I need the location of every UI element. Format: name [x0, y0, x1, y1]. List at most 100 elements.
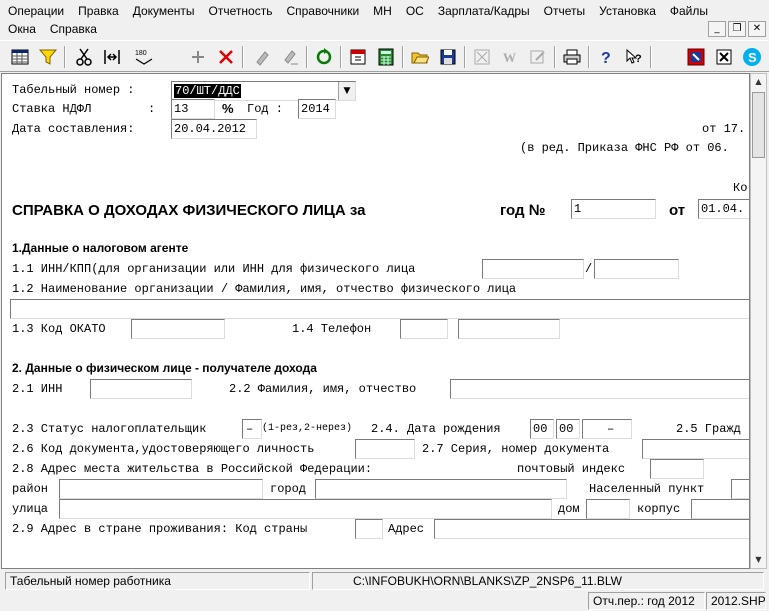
- paint-icon[interactable]: [250, 45, 274, 69]
- house-field[interactable]: [586, 499, 630, 519]
- birth-day-field[interactable]: 00: [530, 419, 554, 439]
- note-edit: (в ред. Приказа ФНС РФ от 06.: [520, 141, 729, 155]
- taxpayer-status-field[interactable]: –: [242, 419, 262, 439]
- status-file: 2012.SHP: [706, 592, 766, 610]
- cert-date-field[interactable]: 01.04.: [698, 199, 749, 219]
- vertical-scrollbar[interactable]: ▲ ▼: [750, 73, 767, 569]
- phone-code-field[interactable]: [400, 319, 448, 339]
- print-icon[interactable]: [560, 45, 584, 69]
- grid-icon[interactable]: [8, 45, 32, 69]
- form-document: Табельный номер : 70/ШТ/ДДС ▼ Ставка НДФ…: [1, 73, 750, 569]
- menu-item-row1-8[interactable]: Отчеты: [537, 4, 592, 18]
- page-title: СПРАВКА О ДОХОДАХ ФИЗИЧЕСКОГО ЛИЦА за: [12, 202, 366, 219]
- menu-item-row2-0[interactable]: Окна: [0, 22, 43, 36]
- context-help-icon[interactable]: ?: [622, 45, 646, 69]
- person-name-field[interactable]: [450, 379, 749, 399]
- menu-item-row1-6[interactable]: ОС: [399, 4, 431, 18]
- delete-icon[interactable]: [214, 45, 238, 69]
- menu-item-row1-2[interactable]: Документы: [126, 4, 202, 18]
- refresh-icon[interactable]: [312, 45, 336, 69]
- foreign-address-label: 2.9 Адрес в стране проживания: Код стран…: [12, 522, 308, 536]
- cert-number-field[interactable]: 1: [571, 199, 656, 219]
- split-icon[interactable]: [100, 45, 124, 69]
- w-disabled-icon[interactable]: W: [498, 45, 522, 69]
- cut-icon[interactable]: [72, 45, 96, 69]
- scroll-thumb[interactable]: [752, 92, 765, 158]
- export-icon[interactable]: [684, 45, 708, 69]
- tab-number-value: 70/ШТ/ДДС: [174, 84, 241, 98]
- close-doc-icon[interactable]: [712, 45, 736, 69]
- menu-item-row1-4[interactable]: Справочники: [279, 4, 366, 18]
- doc-series-field[interactable]: [642, 439, 749, 459]
- birth-month-field[interactable]: 00: [556, 419, 580, 439]
- svg-text:?: ?: [635, 53, 642, 65]
- menu-item-row1-3[interactable]: Отчетность: [202, 4, 280, 18]
- help-icon[interactable]: ?: [594, 45, 618, 69]
- foreign-address-field[interactable]: [434, 519, 749, 539]
- taxpayer-status-label: 2.3 Статус налогоплательщик: [12, 422, 207, 436]
- minimize-button[interactable]: _: [708, 21, 726, 37]
- svg-text:180: 180: [135, 50, 147, 57]
- note-ko: Ко: [733, 181, 748, 195]
- doc-series-label: 2.7 Серия, номер документа: [422, 442, 610, 456]
- skype-icon[interactable]: S: [740, 45, 764, 69]
- building-field[interactable]: [691, 499, 749, 519]
- org-name-field[interactable]: [10, 299, 749, 319]
- menu-item-row1-7[interactable]: Зарплата/Кадры: [431, 4, 537, 18]
- phone-number-field[interactable]: [458, 319, 560, 339]
- calendar-icon[interactable]: [346, 45, 370, 69]
- menu-item-row1-5[interactable]: МН: [366, 4, 399, 18]
- year-label: Год :: [247, 102, 284, 116]
- menu-item-row1-9[interactable]: Установка: [592, 4, 663, 18]
- ndfl-rate-field[interactable]: 13: [171, 99, 215, 119]
- menu-item-row1-0[interactable]: Операции: [0, 4, 71, 18]
- person-inn-label: 2.1 ИНН: [12, 382, 63, 396]
- sort-icon[interactable]: 180: [132, 45, 156, 69]
- agent-kpp-field[interactable]: [594, 259, 679, 279]
- tab-number-select[interactable]: 70/ШТ/ДДС ▼: [171, 81, 356, 101]
- date-label: Дата составления:: [12, 122, 135, 136]
- save-icon[interactable]: [436, 45, 460, 69]
- street-field[interactable]: [59, 499, 552, 519]
- okato-field[interactable]: [131, 319, 225, 339]
- citizenship-label: 2.5 Гражд: [676, 422, 741, 436]
- doc-code-label: 2.6 Код документа,удостоверяющего личнос…: [12, 442, 315, 456]
- taxpayer-status-hint: (1-рез,2-нерез): [262, 423, 353, 434]
- district-field[interactable]: [59, 479, 263, 499]
- close-button[interactable]: ✕: [748, 21, 766, 37]
- menu-item-row1-1[interactable]: Правка: [71, 4, 126, 18]
- tab-number-label: Табельный номер :: [12, 83, 135, 97]
- add-icon[interactable]: [186, 45, 210, 69]
- paint-text-icon[interactable]: [278, 45, 302, 69]
- open-folder-icon[interactable]: [408, 45, 432, 69]
- scroll-down-icon[interactable]: ▼: [752, 553, 765, 567]
- address-label: Адрес: [388, 522, 425, 536]
- date-field[interactable]: 20.04.2012: [171, 119, 257, 139]
- title-from: от: [669, 202, 686, 219]
- menu-item-row1-10[interactable]: Файлы: [663, 4, 715, 18]
- filter-icon[interactable]: [36, 45, 60, 69]
- year-field[interactable]: 2014: [298, 99, 336, 119]
- agent-inn-field[interactable]: [482, 259, 584, 279]
- scroll-up-icon[interactable]: ▲: [752, 75, 765, 89]
- edit-disabled-icon[interactable]: [526, 45, 550, 69]
- restore-button[interactable]: ❐: [728, 21, 746, 37]
- calculator-icon[interactable]: [374, 45, 398, 69]
- district-label: район: [12, 482, 49, 496]
- locality-field[interactable]: [731, 479, 749, 499]
- svg-text:W: W: [503, 50, 516, 65]
- grid-disabled-icon[interactable]: [470, 45, 494, 69]
- birth-year-field[interactable]: –: [582, 419, 632, 439]
- note-from: от 17.: [702, 122, 746, 136]
- building-label: корпус: [637, 502, 681, 516]
- chevron-down-icon[interactable]: ▼: [338, 82, 355, 100]
- person-inn-field[interactable]: [90, 379, 192, 399]
- menu-item-row2-1[interactable]: Справка: [43, 22, 104, 36]
- city-field[interactable]: [315, 479, 567, 499]
- okato-label: 1.3 Код ОКАТО: [12, 322, 106, 336]
- title-year: год №: [500, 202, 546, 219]
- menu-row-1: Операции Правка Документы Отчетность Справоч…: [0, 2, 715, 20]
- postal-code-field[interactable]: [650, 459, 704, 479]
- doc-code-field[interactable]: [355, 439, 415, 459]
- country-code-field[interactable]: [355, 519, 383, 539]
